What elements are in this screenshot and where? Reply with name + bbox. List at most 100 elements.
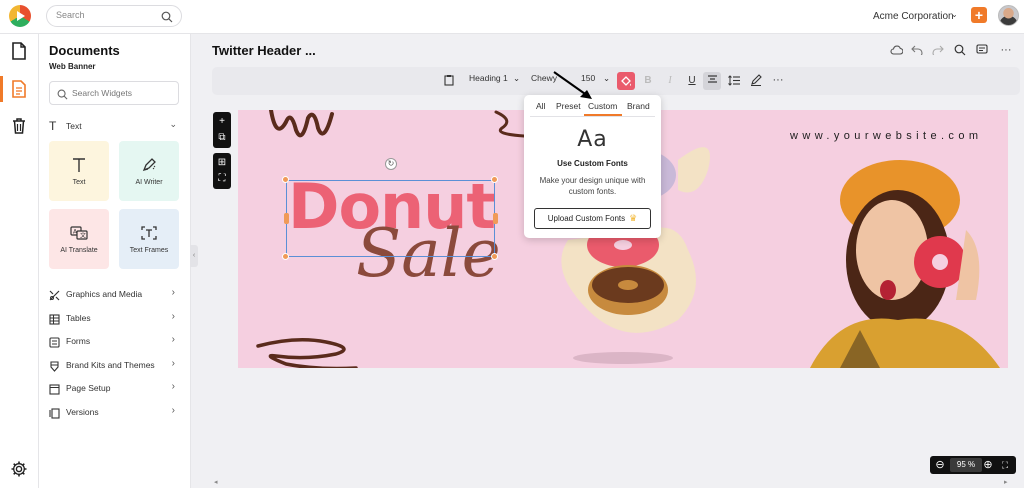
undo-icon[interactable] [910,43,924,57]
menu-brand-kits-and-themes[interactable]: Brand Kits and Themes › [49,358,179,372]
resize-handle-bottom-right[interactable] [491,253,498,260]
chevron-right-icon: › [171,311,175,322]
page-setup-icon [49,382,60,400]
text-color-button[interactable] [617,72,635,90]
highlight-pen-icon[interactable] [749,73,763,87]
custom-fonts-description: Make your design unique with custom font… [539,176,646,196]
underline-icon[interactable]: U [685,73,699,87]
text-t-icon: T [49,119,57,133]
website-url-text[interactable]: www.yourwebsite.com [790,130,982,142]
widget-card-label: AI Translate [60,246,98,254]
widget-card-ai-translate[interactable]: A文 AI Translate [49,209,109,269]
widget-card-text-frames[interactable]: Text Frames [119,209,179,269]
widgets-panel: Documents Web Banner T Text ⌄ Text AI Wr… [39,34,191,488]
zoom-value[interactable]: 95 % [950,458,982,472]
tab-all[interactable]: All [536,101,545,111]
widget-search[interactable] [49,81,179,105]
format-toolbar: Heading 1 ⌄ Chewy 150 ⌄ B I U ··· [212,67,1020,95]
menu-page-setup[interactable]: Page Setup › [49,381,179,395]
trash-icon[interactable] [8,115,30,137]
graphics-icon [49,288,60,306]
resize-handle-left[interactable] [284,213,289,224]
top-bar: Acme Corporation ⌄ + [0,0,1024,34]
document-title[interactable]: Twitter Header ... [212,43,316,58]
menu-label: Brand Kits and Themes [66,360,155,370]
svg-text:文: 文 [80,231,86,239]
menu-label: Page Setup [66,383,111,393]
resize-handle-bottom-left[interactable] [282,253,289,260]
zoom-in-icon[interactable]: ⊕ [981,458,995,472]
menu-label: Versions [66,407,99,417]
chevron-down-icon[interactable]: ⌄ [603,73,610,84]
company-switcher[interactable]: Acme Corporation [873,11,954,22]
cloud-sync-icon[interactable] [889,43,903,57]
icon-rail [0,34,39,488]
pages-icon[interactable] [8,78,30,100]
user-avatar[interactable] [998,5,1019,26]
tab-preset[interactable]: Preset [556,101,581,111]
ai-writer-icon [142,157,156,171]
more-options-icon[interactable]: ··· [771,73,785,87]
settings-gear-icon[interactable] [8,458,30,480]
comment-icon[interactable] [975,43,989,57]
tab-custom[interactable]: Custom [588,101,617,111]
tab-brand[interactable]: Brand [627,101,650,111]
search-icon[interactable] [953,43,967,57]
search-icon [57,87,68,105]
chevron-right-icon: › [171,334,175,345]
versions-icon [49,406,60,424]
upload-custom-fonts-button[interactable]: Upload Custom Fonts ♛ [534,208,651,229]
element-tools-group: + ⧉ [213,112,231,148]
add-element-icon[interactable]: + [216,116,228,128]
resize-handle-top-right[interactable] [491,176,498,183]
panel-subtitle: Web Banner [49,62,96,71]
menu-graphics-and-media[interactable]: Graphics and Media › [49,287,179,301]
italic-icon[interactable]: I [663,73,677,87]
widget-search-input[interactable] [72,88,172,98]
global-search[interactable] [46,5,182,27]
selection-box[interactable] [286,180,495,257]
duplicate-icon[interactable]: ⧉ [216,132,228,144]
chevron-down-icon[interactable]: ⌄ [951,10,958,19]
rotate-handle-icon[interactable]: ↻ [385,158,397,170]
menu-tables[interactable]: Tables › [49,311,179,325]
chevron-down-icon: ⌄ [169,119,177,129]
panel-collapse-handle[interactable]: ‹ [190,245,198,267]
table-icon [49,312,60,330]
scroll-left-icon[interactable]: ◂ [214,478,218,486]
resize-handle-top-left[interactable] [282,176,289,183]
forms-icon [49,335,60,353]
add-new-button[interactable]: + [971,7,987,23]
app-logo[interactable] [9,5,31,27]
widget-card-text[interactable]: Text [49,141,109,201]
line-spacing-icon[interactable] [727,73,741,87]
style-select[interactable]: Heading 1 [469,73,508,83]
more-options-icon[interactable]: ··· [999,43,1013,57]
document-icon[interactable] [8,40,30,62]
paint-bucket-icon [621,76,632,86]
menu-versions[interactable]: Versions › [49,405,179,419]
menu-forms[interactable]: Forms › [49,334,179,348]
global-search-input[interactable] [56,10,156,20]
chevron-right-icon: › [171,287,175,298]
widget-card-ai-writer[interactable]: AI Writer [119,141,179,201]
chevron-right-icon: › [171,405,175,416]
grid-icon[interactable]: ⊞ [216,157,228,169]
bold-icon[interactable]: B [641,73,655,87]
crop-icon[interactable]: ⛶ [216,173,228,185]
chevron-right-icon: › [171,381,175,392]
redo-icon[interactable] [931,43,945,57]
fullscreen-icon[interactable]: ⛶ [998,458,1012,472]
clipboard-icon[interactable] [442,73,456,87]
widget-card-label: Text [72,178,86,186]
scroll-right-icon[interactable]: ▸ [1004,478,1008,486]
menu-label: Forms [66,336,91,346]
ai-translate-icon: A文 [70,225,88,240]
text-section-header[interactable]: T Text ⌄ [49,119,179,133]
brand-kit-icon [49,359,60,377]
resize-handle-right[interactable] [493,213,498,224]
chevron-down-icon[interactable]: ⌄ [513,73,520,84]
zoom-out-icon[interactable]: ⊖ [933,458,947,472]
search-icon[interactable] [161,10,173,28]
align-center-icon [705,73,719,87]
